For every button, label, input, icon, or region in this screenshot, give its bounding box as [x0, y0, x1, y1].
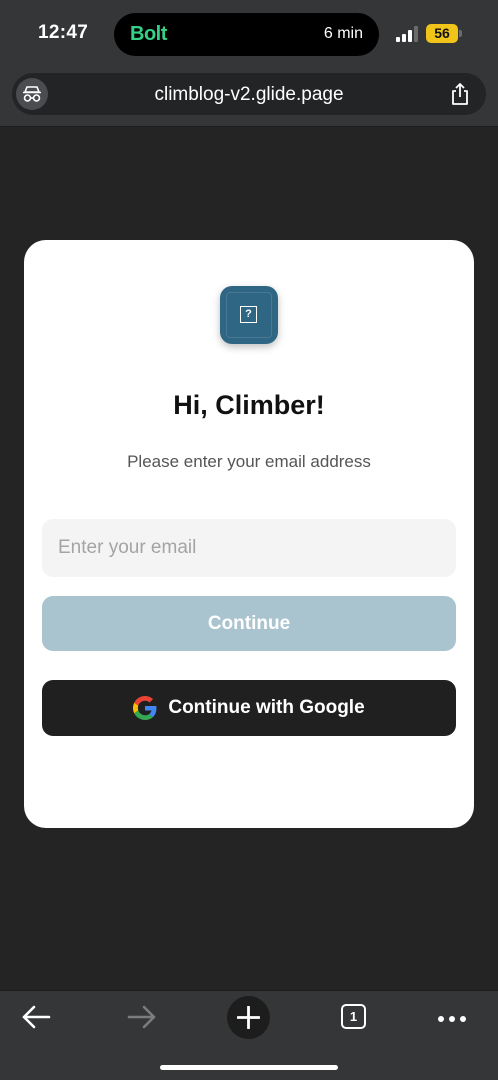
plus-icon: [237, 1006, 260, 1029]
email-field[interactable]: [42, 519, 456, 577]
page: 12:47 Bolt 6 min 56 climblog-v2.glide.pa…: [0, 0, 498, 1080]
status-bar: 12:47 Bolt 6 min 56: [0, 0, 498, 70]
address-bar-area: climblog-v2.glide.page: [0, 70, 498, 127]
more-dots-icon[interactable]: [437, 1015, 467, 1023]
sign-in-card: ? Hi, Climber! Please enter your email a…: [24, 240, 474, 828]
tabs-button[interactable]: 1: [341, 1004, 366, 1029]
dynamic-island[interactable]: Bolt 6 min: [114, 13, 379, 56]
home-indicator[interactable]: [160, 1065, 338, 1070]
new-tab-button[interactable]: [227, 996, 270, 1039]
battery-icon: 56: [426, 24, 458, 43]
google-logo-icon: [133, 696, 157, 720]
continue-with-google-button[interactable]: Continue with Google: [42, 680, 456, 736]
status-time: 12:47: [38, 22, 89, 43]
google-button-content: Continue with Google: [42, 680, 456, 736]
address-bar[interactable]: climblog-v2.glide.page: [12, 73, 486, 115]
share-icon[interactable]: [450, 82, 470, 106]
question-icon: ?: [240, 306, 257, 323]
arrow-left-icon[interactable]: [20, 1003, 52, 1031]
signal-icon: [396, 26, 418, 42]
battery-tip: [459, 30, 462, 37]
arrow-right-icon[interactable]: [126, 1003, 158, 1031]
page-title: Hi, Climber!: [173, 390, 325, 420]
island-eta: 6 min: [323, 25, 363, 42]
url-text: climblog-v2.glide.page: [154, 84, 344, 105]
page-subtitle: Please enter your email address: [127, 452, 371, 471]
google-button-label: Continue with Google: [168, 697, 365, 718]
bolt-logo: Bolt: [130, 23, 167, 45]
continue-button[interactable]: Continue: [42, 596, 456, 651]
app-icon: ?: [220, 286, 278, 344]
